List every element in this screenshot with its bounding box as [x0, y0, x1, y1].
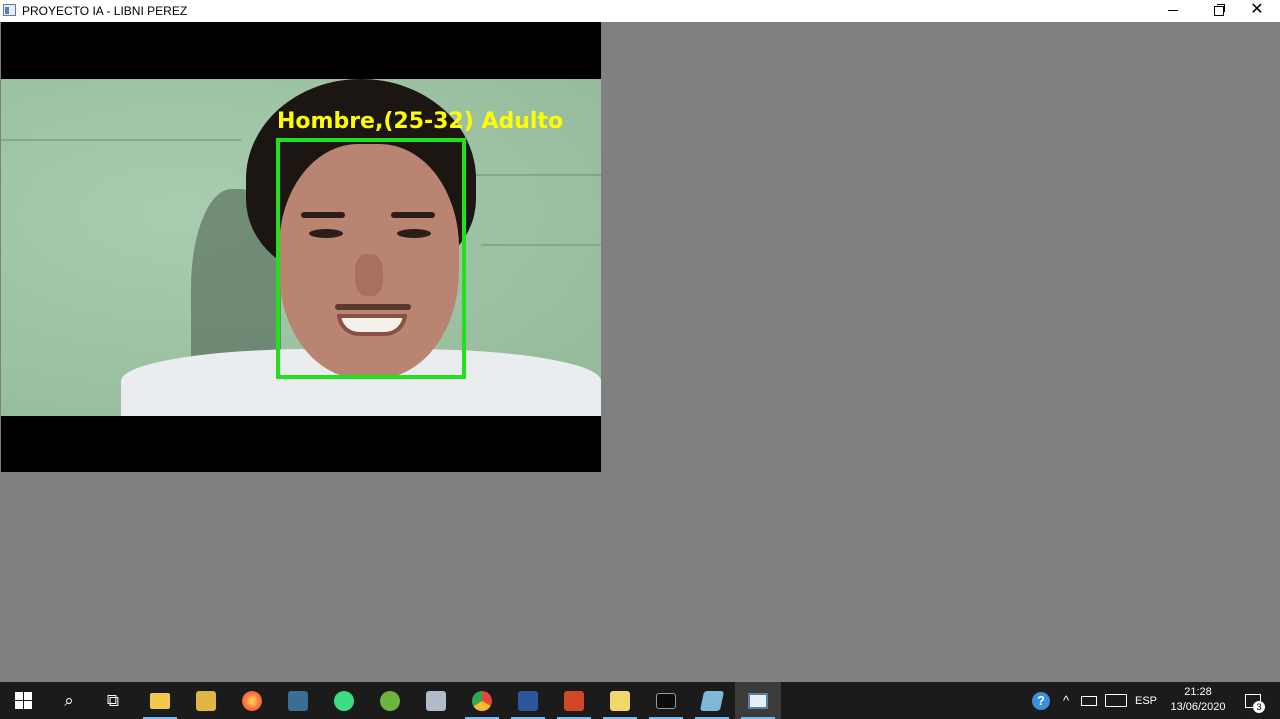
taskbar-android-studio[interactable] — [321, 682, 367, 719]
word-icon — [518, 690, 538, 711]
terminal-icon — [656, 692, 676, 709]
search-button[interactable]: ⌕ — [46, 682, 92, 719]
taskbar-chrome[interactable] — [459, 682, 505, 719]
task-view-button[interactable]: ⧉ — [90, 682, 136, 719]
search-icon: ⌕ — [64, 690, 74, 710]
folder-icon — [150, 692, 170, 709]
action-center-button[interactable]: 3 — [1238, 682, 1268, 719]
chevron-up-icon: ^ — [1062, 693, 1070, 708]
battery-tray-button[interactable] — [1078, 682, 1100, 719]
android-icon — [334, 690, 354, 711]
taskbar-app-notes[interactable] — [689, 682, 735, 719]
help-tray-button[interactable]: ? — [1028, 682, 1054, 719]
leaf-icon — [380, 690, 400, 711]
taskbar-file-explorer[interactable] — [137, 682, 183, 719]
taskbar-terminal[interactable] — [643, 682, 689, 719]
app-window-icon — [3, 4, 16, 16]
window-icon — [748, 692, 768, 709]
printer-icon — [426, 690, 446, 711]
taskbar-proyecto-ia-window[interactable] — [735, 682, 781, 719]
close-icon: ✕ — [1250, 1, 1264, 18]
close-button[interactable]: ✕ — [1234, 0, 1280, 22]
battery-icon — [1081, 695, 1097, 706]
taskbar-python-file[interactable] — [597, 682, 643, 719]
minimize-icon — [1168, 10, 1178, 12]
clock-time: 21:28 — [1184, 686, 1212, 698]
start-button[interactable] — [0, 682, 46, 719]
taskbar: ⌕ ⧉ ? ^ ESP 21:28 13/06/2020 3 — [0, 682, 1280, 719]
windows-logo-icon — [14, 692, 32, 709]
firefox-icon — [242, 690, 262, 711]
keyboard-tray-button[interactable] — [1102, 682, 1130, 719]
tool-icon — [196, 690, 216, 711]
python-file-icon — [610, 690, 630, 711]
wall-texture — [471, 174, 601, 176]
notes-icon — [699, 690, 725, 711]
chrome-icon — [472, 690, 492, 711]
title-bar: PROYECTO IA - LIBNI PEREZ ✕ — [0, 0, 1280, 22]
show-hidden-icons-button[interactable]: ^ — [1056, 682, 1076, 719]
minimize-button[interactable] — [1150, 0, 1196, 22]
wall-texture — [481, 244, 601, 246]
detection-label: Hombre,(25-32) Adulto — [277, 109, 564, 134]
notification-count-badge: 3 — [1253, 701, 1265, 713]
keyboard-icon — [1105, 694, 1127, 707]
restore-icon — [1214, 3, 1225, 16]
taskbar-spring-tool[interactable] — [367, 682, 413, 719]
taskbar-mysql-workbench[interactable] — [275, 682, 321, 719]
powerpoint-icon — [564, 690, 584, 711]
clock-date: 13/06/2020 — [1170, 701, 1226, 713]
camera-frame: Hombre,(25-32) Adulto — [1, 22, 601, 472]
language-label: ESP — [1134, 694, 1157, 707]
help-icon: ? — [1032, 691, 1050, 710]
taskbar-app-tool[interactable] — [183, 682, 229, 719]
dolphin-icon — [288, 690, 308, 711]
clock[interactable]: 21:28 13/06/2020 — [1160, 682, 1236, 719]
face-bounding-box — [276, 138, 466, 379]
taskbar-word[interactable] — [505, 682, 551, 719]
window-title: PROYECTO IA - LIBNI PEREZ — [22, 4, 188, 18]
taskbar-powerpoint[interactable] — [551, 682, 597, 719]
language-indicator[interactable]: ESP — [1132, 682, 1160, 719]
taskbar-app-printer[interactable] — [413, 682, 459, 719]
taskbar-firefox[interactable] — [229, 682, 275, 719]
wall-texture — [1, 139, 241, 141]
task-view-icon: ⧉ — [106, 690, 120, 710]
